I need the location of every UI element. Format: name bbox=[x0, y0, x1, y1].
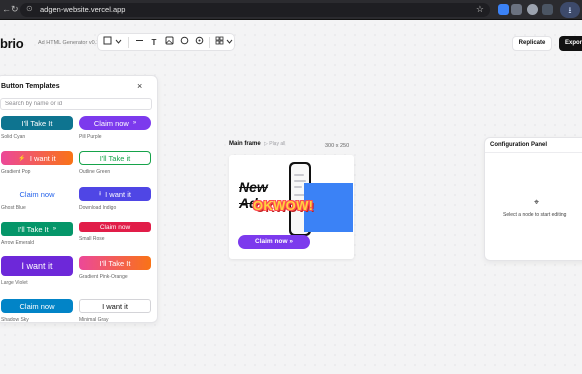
screen-line bbox=[294, 180, 306, 182]
design-toolbar: T bbox=[97, 33, 235, 51]
replicate-button[interactable]: Replicate bbox=[512, 36, 552, 51]
template-preview-button[interactable]: ⚡ I want it bbox=[1, 151, 73, 165]
play-all-button[interactable]: ▷ Play all bbox=[264, 141, 285, 147]
template-button-label: Claim now bbox=[19, 301, 55, 311]
reload-icon[interactable]: ↻ bbox=[11, 4, 19, 15]
panel-title: Button Templates bbox=[1, 83, 60, 90]
template-name: Gradient Pop bbox=[1, 169, 31, 175]
template-button-label: I'll Take It bbox=[99, 258, 131, 268]
cta-label: Claim now bbox=[255, 238, 288, 245]
template-button-label: I want it bbox=[29, 153, 56, 163]
template-preview-button[interactable]: I want it bbox=[1, 256, 73, 276]
frame-size: 300 x 250 bbox=[325, 143, 350, 149]
app-logo: brio bbox=[0, 36, 24, 51]
template-name: Minimal Gray bbox=[79, 317, 109, 323]
address-text[interactable]: adgen-website.vercel.app bbox=[40, 5, 125, 14]
divider bbox=[485, 152, 582, 153]
template-search-input[interactable] bbox=[0, 98, 152, 110]
browser-toolbar: ← ↻ ⊙ adgen-website.vercel.app ☆ ⭳ bbox=[0, 0, 582, 20]
address-bar[interactable]: ⊙ adgen-website.vercel.app ☆ bbox=[20, 3, 490, 17]
frame-title: Main frame bbox=[229, 141, 261, 147]
template-preview-button[interactable]: ⭳ I want it bbox=[79, 187, 151, 201]
template-name: Download Indigo bbox=[79, 205, 117, 211]
template-name: Gradient Pink-Orange bbox=[79, 274, 128, 280]
empty-state-message: Select a node to start editing bbox=[503, 212, 567, 218]
extension-icon[interactable] bbox=[527, 4, 538, 15]
extension-icon[interactable] bbox=[511, 4, 522, 15]
back-icon[interactable]: ← bbox=[2, 4, 11, 14]
template-name: Pill Purple bbox=[79, 134, 102, 140]
template-preview-button[interactable]: Claim now» bbox=[79, 116, 151, 130]
template-button-label: I'll Take It bbox=[17, 224, 49, 234]
export-button[interactable]: Export bbox=[559, 36, 582, 51]
template-preview-button[interactable]: I want it bbox=[79, 299, 151, 313]
bookmark-star-icon[interactable]: ☆ bbox=[476, 4, 484, 15]
template-preview-button[interactable]: I'll Take It bbox=[1, 116, 73, 130]
template-name: Large Violet bbox=[1, 280, 28, 286]
button-templates-panel: Button Templates × I'll Take It Solid Cya… bbox=[0, 75, 158, 323]
template-button-label: I'll Take It bbox=[21, 118, 53, 128]
pointer-icon: ⌖ bbox=[534, 197, 540, 207]
double-chevron-icon: » bbox=[132, 120, 137, 126]
extensions-puzzle-icon[interactable] bbox=[542, 4, 553, 15]
template-name: Arrow Emerald bbox=[1, 240, 35, 246]
template-preview-button[interactable]: Claim now bbox=[79, 222, 151, 232]
chevron-down-icon[interactable] bbox=[222, 36, 236, 49]
download-icon[interactable]: ⭳ bbox=[560, 2, 580, 18]
template-name: Small Rose bbox=[79, 236, 105, 242]
claim-now-cta-button[interactable]: Claim now » bbox=[238, 235, 310, 249]
sparkle-icon: ⚡ bbox=[18, 155, 26, 162]
chevron-down-icon[interactable] bbox=[111, 36, 125, 49]
template-button-label: I want it bbox=[21, 261, 53, 271]
text-icon[interactable]: T bbox=[147, 36, 161, 49]
template-preview-button[interactable]: Claim now bbox=[1, 299, 73, 313]
settings-icon[interactable] bbox=[192, 36, 206, 49]
site-info-icon[interactable]: ⊙ bbox=[26, 4, 33, 13]
image-icon[interactable] bbox=[162, 36, 176, 49]
template-name: Shadow Sky bbox=[1, 317, 29, 323]
double-chevron-icon: » bbox=[52, 226, 57, 232]
circle-icon[interactable] bbox=[177, 36, 191, 49]
screen-line bbox=[294, 186, 302, 188]
template-name: Ghost Blue bbox=[1, 205, 26, 211]
configuration-panel: Configuration Panel ⌖ Select a node to s… bbox=[484, 137, 582, 261]
template-preview-button[interactable]: I'll Take It bbox=[79, 256, 151, 270]
extension-icon[interactable] bbox=[498, 4, 509, 15]
template-preview-button[interactable]: I'll Take It» bbox=[1, 222, 73, 236]
template-button-label: Claim now bbox=[99, 223, 131, 231]
headline-line-1: New bbox=[239, 179, 268, 195]
download-icon: ⭳ bbox=[99, 191, 102, 197]
rectangle-icon[interactable] bbox=[132, 36, 146, 49]
template-button-label: I want it bbox=[105, 189, 131, 199]
template-button-label: I want it bbox=[102, 301, 128, 311]
double-chevron-icon: » bbox=[289, 238, 293, 245]
template-preview-button[interactable]: Claim now bbox=[1, 187, 73, 201]
template-button-label: Claim now bbox=[19, 189, 55, 199]
template-name: Solid Cyan bbox=[1, 134, 26, 140]
config-panel-title: Configuration Panel bbox=[490, 142, 547, 148]
template-button-label: I'll Take it bbox=[99, 153, 131, 163]
toolbar-divider bbox=[128, 37, 129, 48]
okwow-sticker[interactable]: OKWOW! bbox=[253, 198, 313, 213]
toolbar-divider bbox=[209, 37, 210, 48]
template-preview-button[interactable]: I'll Take it bbox=[79, 151, 151, 165]
main-frame-canvas[interactable]: New Ad OKWOW! Claim now » bbox=[229, 155, 354, 259]
template-name: Outline Green bbox=[79, 169, 111, 175]
template-button-label: Claim now bbox=[93, 118, 129, 128]
close-icon[interactable]: × bbox=[137, 81, 142, 91]
app-version: Ad HTML Generator v0.1 bbox=[38, 40, 100, 46]
screen-line bbox=[294, 174, 304, 176]
